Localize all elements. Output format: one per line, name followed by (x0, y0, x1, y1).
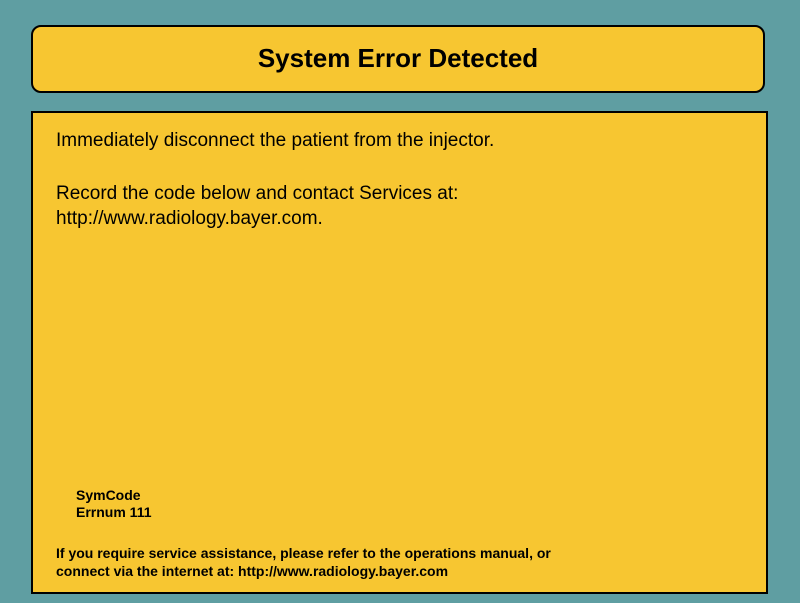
contact-instruction: Record the code below and contact Servic… (56, 183, 459, 204)
service-url: http://www.radiology.bayer.com. (56, 208, 323, 229)
disconnect-instruction: Immediately disconnect the patient from … (56, 130, 495, 151)
internet-connect-note: connect via the internet at: http://www.… (56, 563, 449, 579)
page-title: System Error Detected (257, 42, 539, 73)
service-assistance-note: If you require service assistance, pleas… (56, 545, 551, 561)
title-bar: System Error Detected (31, 25, 765, 93)
error-number: Errnum 111 (76, 504, 152, 520)
error-message-panel: Immediately disconnect the patient from … (31, 111, 768, 594)
symcode-label: SymCode (76, 487, 141, 503)
